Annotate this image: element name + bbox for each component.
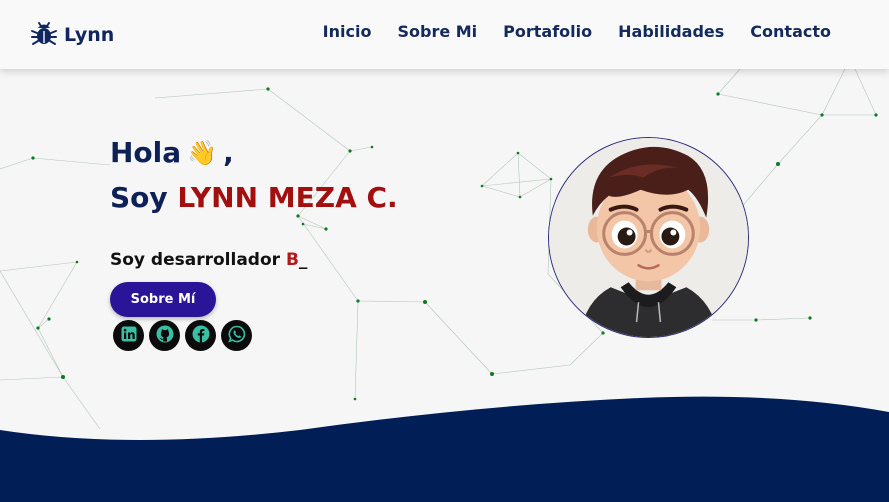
typing-cursor: _ (298, 250, 308, 270)
facebook-button[interactable] (185, 320, 216, 351)
navbar: Lynn Inicio Sobre Mi Portafolio Habilida… (0, 0, 889, 69)
nav-link-sobre-mi[interactable]: Sobre Mi (397, 22, 477, 41)
nav-link-contacto[interactable]: Contacto (750, 22, 831, 41)
about-me-button[interactable]: Sobre Mí (110, 282, 216, 317)
developer-name: LYNN MEZA C. (177, 181, 398, 214)
bottom-wave (0, 396, 889, 502)
nav-link-portafolio[interactable]: Portafolio (503, 22, 592, 41)
nav-link-inicio[interactable]: Inicio (323, 22, 372, 41)
role-prefix: Soy desarrollador (110, 250, 281, 270)
whatsapp-icon (227, 325, 246, 347)
avatar-illustration (549, 138, 748, 337)
greeting-text: Hola (110, 136, 182, 169)
bug-icon (30, 20, 58, 50)
linkedin-icon (121, 326, 137, 346)
avatar (548, 137, 749, 338)
greeting-heading: Hola 👋 , (110, 136, 234, 169)
github-icon (156, 325, 174, 347)
greeting-comma: , (223, 136, 234, 169)
social-links (113, 320, 252, 351)
whatsapp-button[interactable] (221, 320, 252, 351)
brand-logo[interactable]: Lynn (30, 20, 114, 50)
role-line: Soy desarrollador B_ (110, 250, 307, 270)
linkedin-button[interactable] (113, 320, 144, 351)
github-button[interactable] (149, 320, 180, 351)
nav-link-habilidades[interactable]: Habilidades (618, 22, 724, 41)
intro-prefix: Soy (110, 181, 168, 214)
waving-hand-icon: 👋 (187, 138, 218, 167)
typed-text: B (285, 250, 299, 270)
brand-name: Lynn (64, 24, 115, 46)
main-nav: Inicio Sobre Mi Portafolio Habilidades C… (323, 22, 831, 41)
intro-heading: Soy LYNN MEZA C. (110, 181, 398, 214)
facebook-icon (192, 325, 210, 347)
